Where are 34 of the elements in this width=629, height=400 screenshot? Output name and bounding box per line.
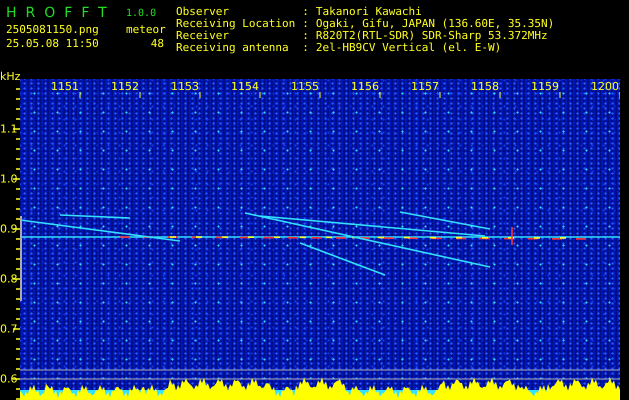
info-separator: : [302, 30, 309, 42]
time-label: 1159 [531, 80, 559, 93]
info-value: Takanori Kawachi [316, 6, 423, 18]
info-label: Observer [176, 6, 230, 18]
frequency-label: 1.0 [0, 172, 18, 186]
info-separator: : [302, 18, 309, 30]
time-label: 1158 [471, 80, 499, 93]
info-value: R820T2(RTL-SDR) SDR-Sharp 53.372MHz [316, 30, 549, 42]
time-label: 1152 [111, 80, 139, 93]
time-label: 1154 [231, 80, 259, 93]
info-label: Receiver [176, 30, 229, 42]
info-value: 2el-HB9CV Vertical (el. E-W) [316, 42, 502, 54]
info-label: Receiving antenna [176, 42, 290, 54]
info-label: Receiving Location [176, 18, 296, 30]
time-label: 1156 [351, 80, 379, 93]
time-label: 1151 [51, 80, 79, 93]
frequency-label: 0.7 [0, 322, 18, 336]
meteor-label: meteor [126, 23, 167, 36]
meteor-count: 48 [150, 36, 165, 50]
time-label: 1155 [291, 80, 319, 93]
unit-label: kHz [0, 71, 20, 83]
frequency-label: 0.6 [0, 372, 18, 386]
frequency-label: 0.8 [0, 272, 18, 286]
file-name: 2505081150.png [6, 22, 100, 36]
info-separator: : [302, 42, 309, 54]
info-separator: : [302, 6, 309, 18]
time-label: 1157 [411, 80, 439, 93]
info-value: Ogaki, Gifu, JAPAN (136.60E, 35.35N) [316, 18, 554, 30]
capture-datetime: 25.05.08 11:50 [6, 36, 100, 50]
version-label: 1.0.0 [126, 8, 156, 18]
time-label: 1153 [171, 80, 199, 93]
app-title: HROFFT [6, 4, 116, 22]
frequency-label: 1.1 [0, 122, 18, 136]
time-label: 1200 [591, 80, 619, 93]
